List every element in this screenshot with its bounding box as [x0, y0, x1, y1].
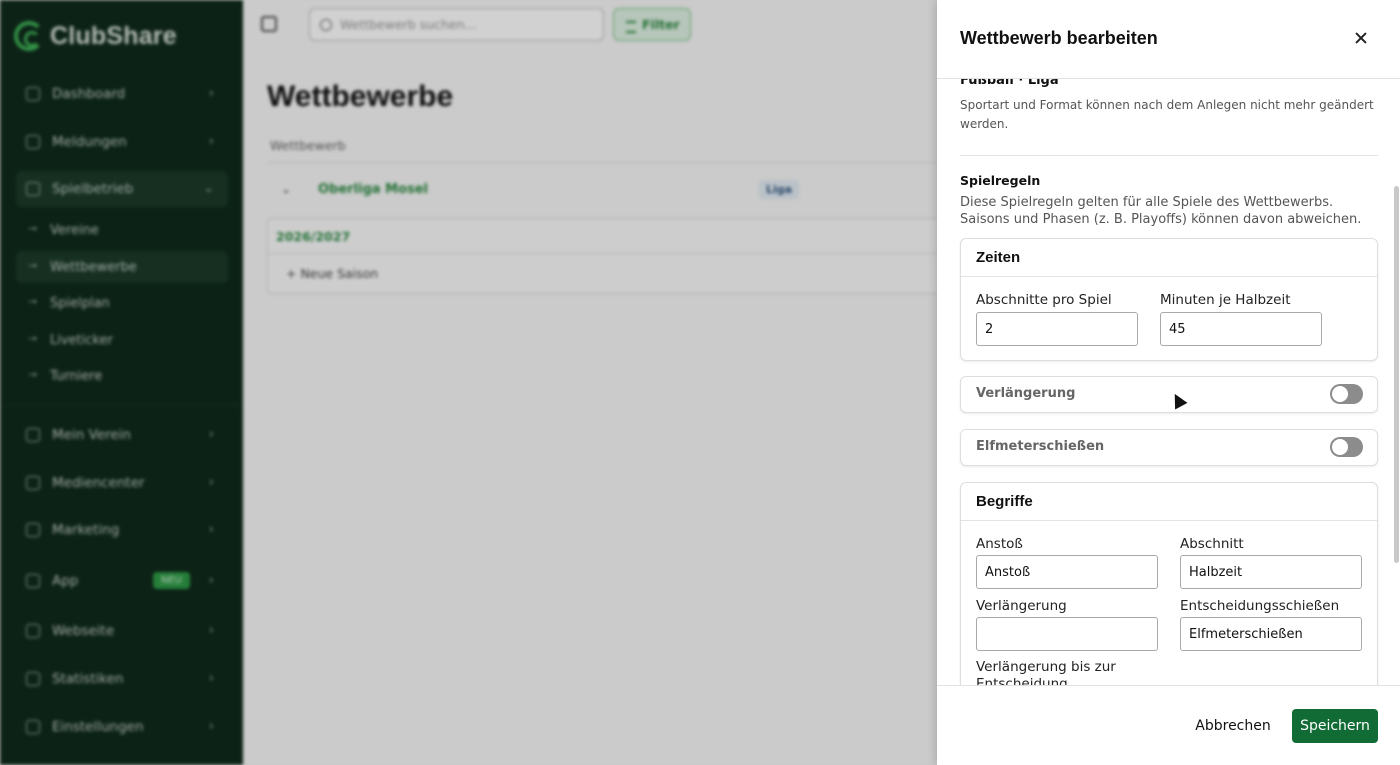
sections-per-game-label: Abschnitte pro Spiel	[976, 292, 1112, 308]
drawer-header: Wettbewerb bearbeiten	[937, 0, 1400, 79]
rules-description: Diese Spielregeln gelten für alle Spiele…	[960, 195, 1362, 227]
section-divider	[960, 155, 1378, 156]
cancel-button[interactable]: Abbrechen	[1190, 709, 1276, 743]
terms-card-title: Begriffe	[976, 493, 1033, 510]
drawer-body[interactable]: Fußball · Liga Sportart und Format könne…	[937, 79, 1400, 685]
terms-card: Begriffe Anstoß Abschnitt Verlängerung E…	[960, 482, 1378, 685]
drawer-scrollbar[interactable]	[1394, 186, 1399, 563]
drawer-footer: Abbrechen Speichern	[937, 685, 1400, 765]
extra-time-toggle[interactable]	[1330, 384, 1363, 404]
kickoff-label: Anstoß	[976, 536, 1023, 552]
kickoff-input[interactable]	[976, 555, 1158, 589]
extra-time-term-input[interactable]	[976, 617, 1158, 651]
extra-time-label: Verlängerung	[976, 386, 1076, 401]
save-button[interactable]: Speichern	[1292, 709, 1378, 743]
rules-title: Spielregeln	[960, 173, 1041, 188]
sections-per-game-input[interactable]	[976, 312, 1138, 346]
sport-format-label: Fußball · Liga	[960, 79, 1059, 88]
penalty-shootout-label: Elfmeterschießen	[976, 439, 1105, 454]
extra-time-term-label: Verlängerung	[976, 598, 1067, 614]
sport-format-hint: Sportart und Format können nach dem Anle…	[960, 98, 1374, 131]
section-term-input[interactable]	[1180, 555, 1362, 589]
card-divider	[961, 276, 1377, 277]
shootout-term-label: Entscheidungsschießen	[1180, 598, 1340, 614]
close-icon[interactable]	[1349, 26, 1373, 50]
card-divider	[961, 520, 1377, 521]
penalty-shootout-toggle[interactable]	[1330, 437, 1363, 457]
edit-competition-drawer: Wettbewerb bearbeiten Fußball · Liga Spo…	[937, 0, 1400, 765]
section-term-label: Abschnitt	[1180, 536, 1244, 552]
times-card-title: Zeiten	[976, 249, 1021, 266]
penalty-shootout-card[interactable]: Elfmeterschießen	[960, 429, 1378, 466]
extra-time-card[interactable]: Verlängerung	[960, 376, 1378, 413]
drawer-title: Wettbewerb bearbeiten	[960, 28, 1158, 48]
times-card: Zeiten Abschnitte pro Spiel Minuten je H…	[960, 238, 1378, 361]
shootout-term-input[interactable]	[1180, 617, 1362, 651]
extra-time-until-decision-label: Verlängerung bis zur Entscheidung	[976, 659, 1116, 685]
minutes-per-half-label: Minuten je Halbzeit	[1160, 292, 1291, 308]
minutes-per-half-input[interactable]	[1160, 312, 1322, 346]
